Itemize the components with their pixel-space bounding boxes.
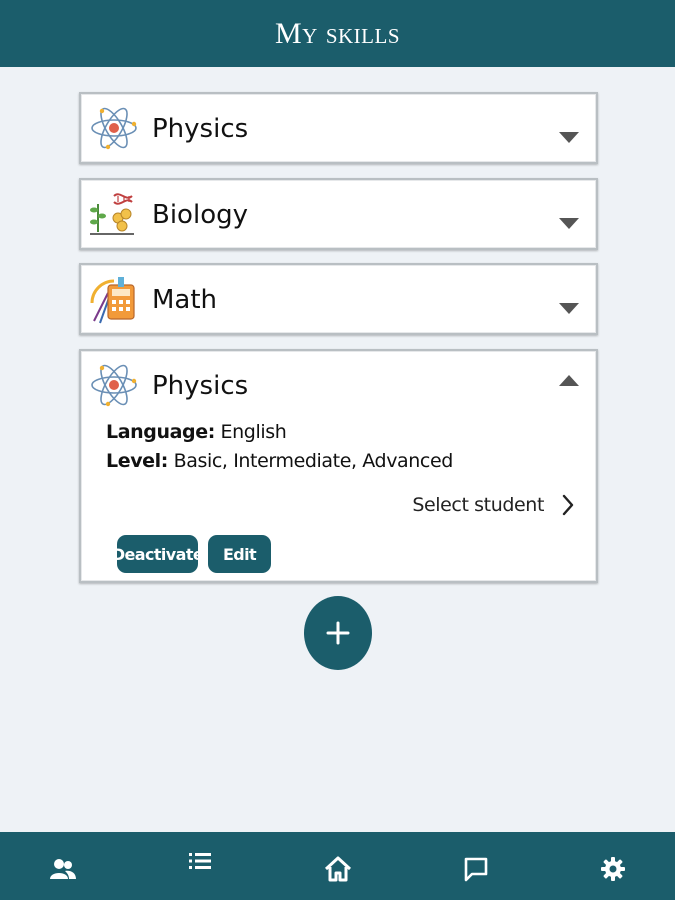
dna-plant-icon: [90, 193, 134, 235]
skill-card-header[interactable]: Math: [81, 265, 596, 335]
calculator-compass-icon: [90, 277, 135, 324]
skill-card-physics-expanded[interactable]: Physics Language: English Level: Basic, …: [79, 349, 598, 583]
expand-caret-icon[interactable]: [559, 303, 579, 314]
skill-card-math[interactable]: Math: [79, 263, 598, 335]
nav-users[interactable]: [48, 854, 78, 884]
chevron-right-icon: [562, 494, 574, 516]
atom-icon: [91, 107, 137, 150]
app-header: My skills: [0, 0, 675, 67]
collapse-caret-icon[interactable]: [559, 375, 579, 386]
page-title: My skills: [274, 16, 400, 50]
deactivate-button[interactable]: Deactivate: [112, 535, 204, 573]
skill-card-header[interactable]: Physics: [81, 94, 596, 164]
language-row: Language: English: [106, 421, 287, 443]
list-icon: [189, 853, 211, 869]
language-value: English: [220, 421, 287, 443]
home-icon: [324, 856, 352, 882]
users-icon: [50, 859, 76, 879]
skill-card-header[interactable]: Biology: [81, 180, 596, 250]
nav-home[interactable]: [323, 854, 353, 884]
plus-icon: [326, 621, 350, 645]
level-label: Level:: [106, 450, 168, 472]
skill-card-biology[interactable]: Biology: [79, 178, 598, 250]
nav-chat[interactable]: [461, 854, 491, 884]
level-row: Level: Basic, Intermediate, Advanced: [106, 450, 453, 472]
expand-caret-icon[interactable]: [559, 132, 579, 143]
level-value: Basic, Intermediate, Advanced: [173, 450, 454, 472]
skill-name: Math: [152, 285, 218, 315]
skill-name: Physics: [152, 114, 249, 144]
select-student-link[interactable]: Select student: [412, 494, 574, 516]
nav-settings[interactable]: [598, 854, 628, 884]
select-student-label: Select student: [412, 494, 544, 516]
chat-icon: [464, 857, 488, 882]
skill-name: Physics: [152, 371, 249, 401]
edit-button[interactable]: Edit: [208, 535, 271, 573]
language-label: Language:: [106, 421, 215, 443]
skill-name: Biology: [152, 200, 248, 230]
gear-icon: [601, 857, 625, 881]
atom-icon: [91, 364, 137, 407]
bottom-nav: [0, 832, 675, 900]
expand-caret-icon[interactable]: [559, 218, 579, 229]
skill-card-header[interactable]: Physics: [81, 351, 596, 421]
skill-card-physics[interactable]: Physics: [79, 92, 598, 164]
add-skill-button[interactable]: [304, 596, 372, 670]
nav-list[interactable]: [185, 846, 215, 876]
